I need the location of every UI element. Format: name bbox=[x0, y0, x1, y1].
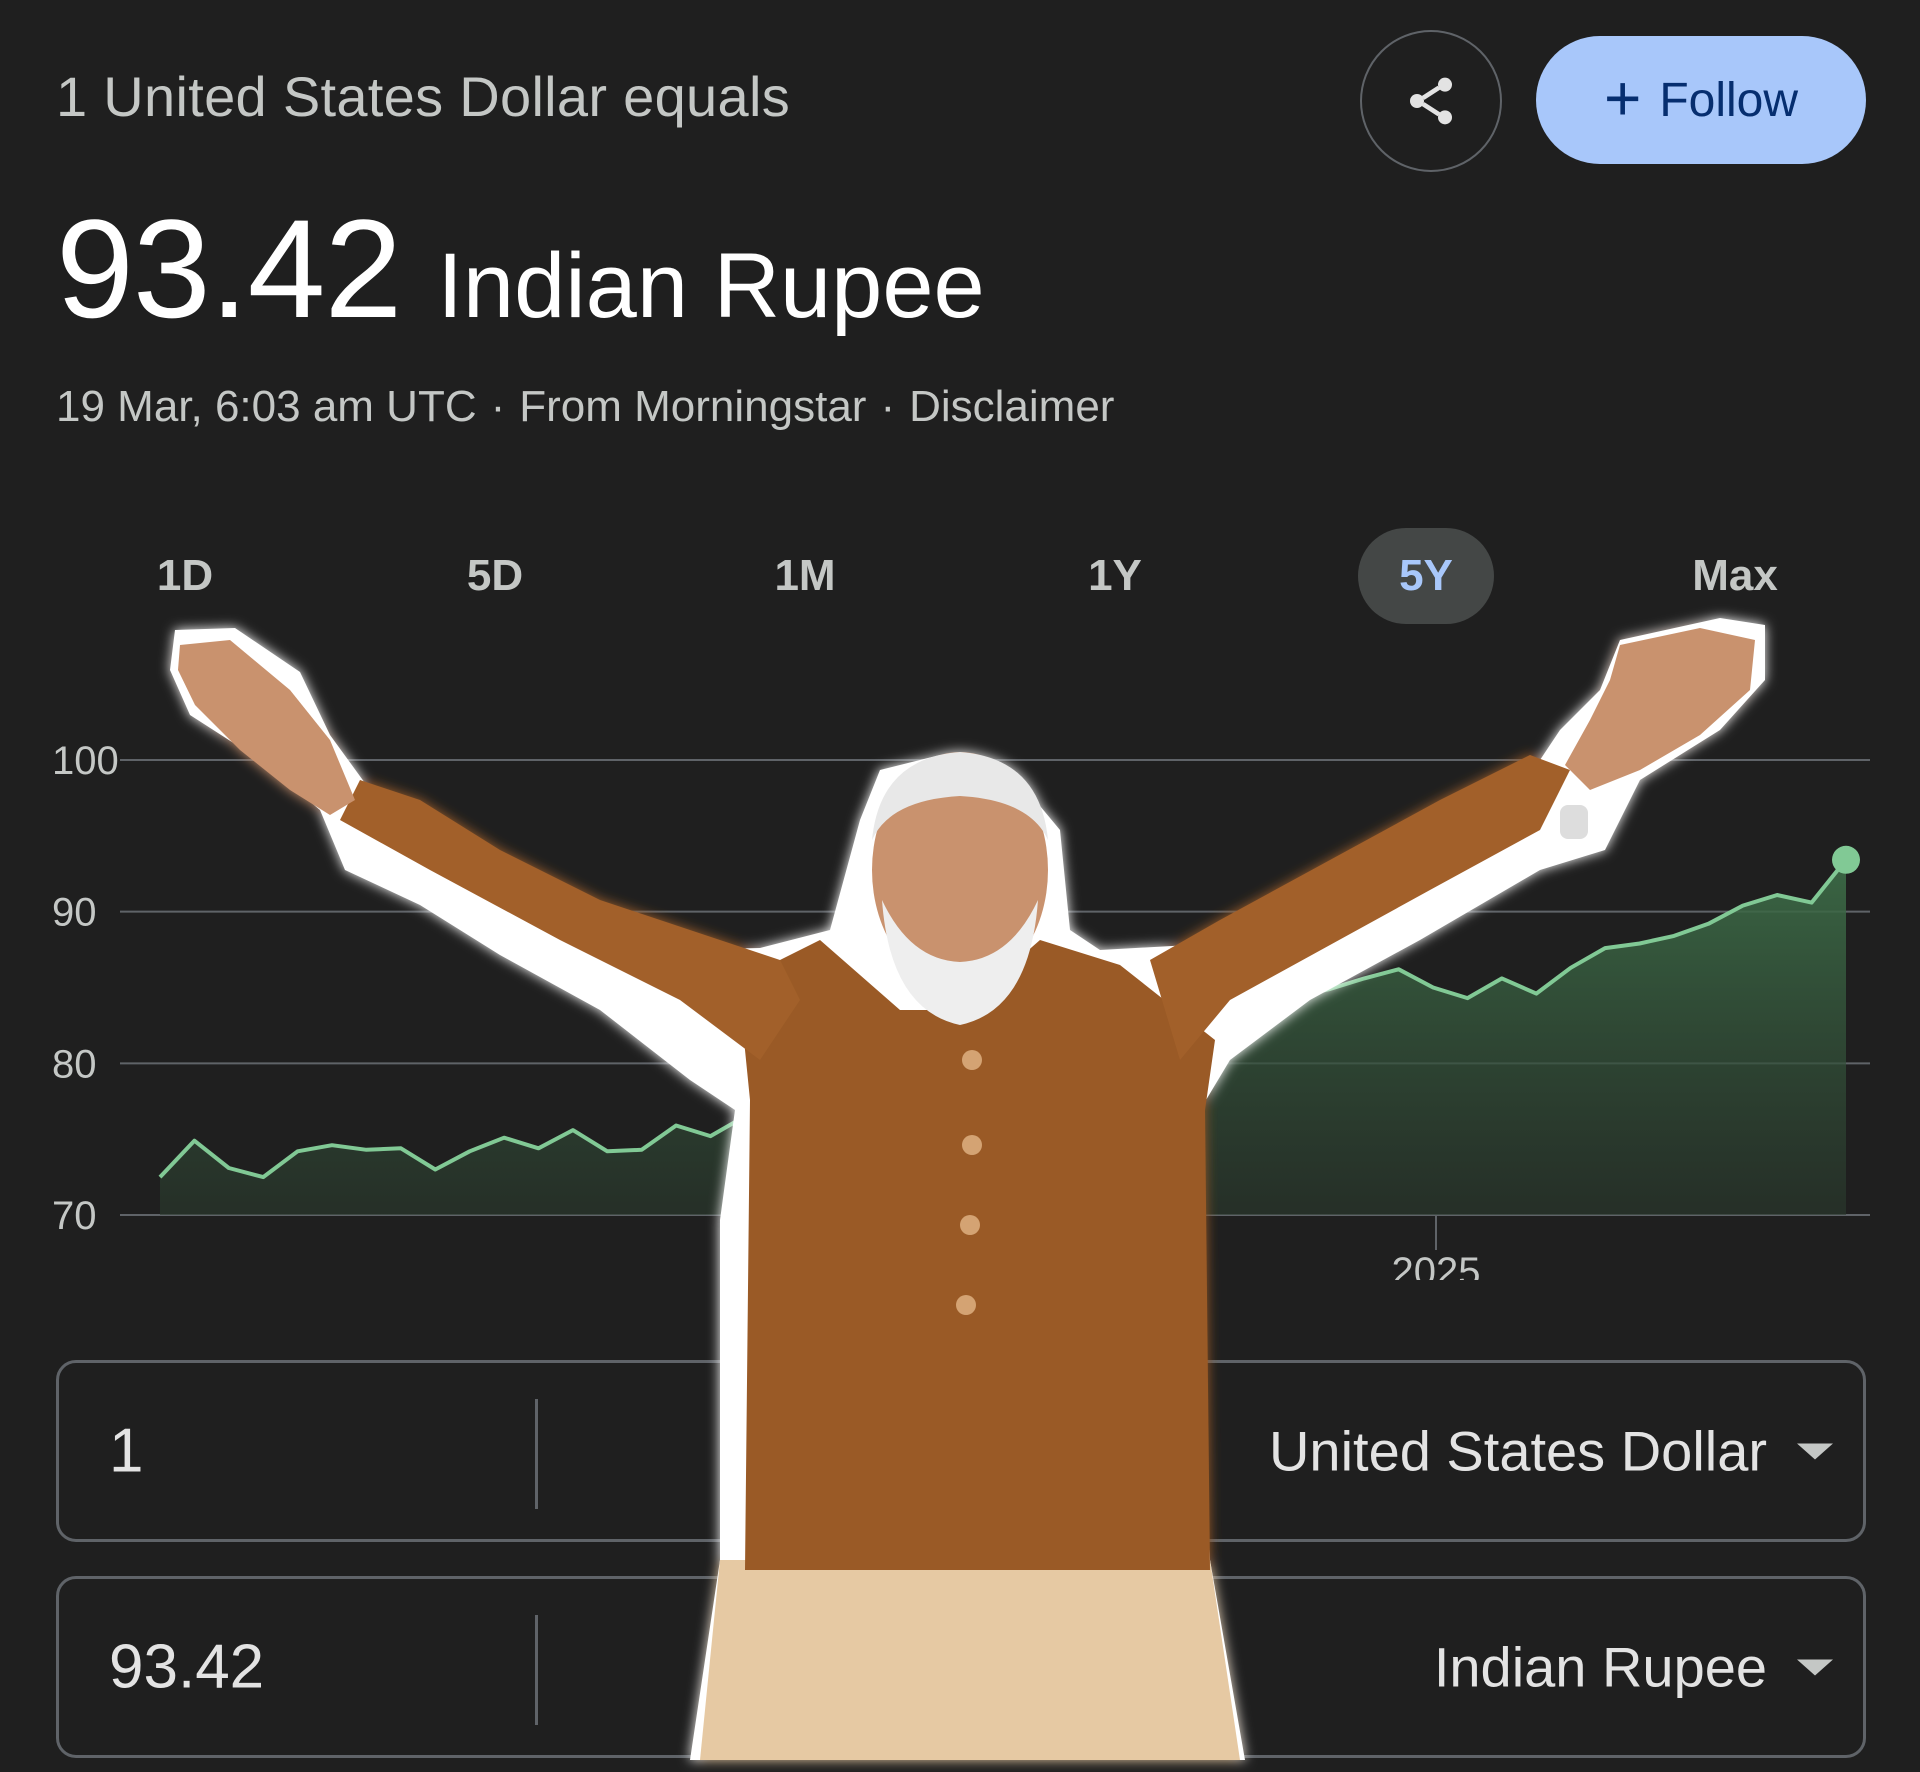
y-tick-label: 70 bbox=[52, 1194, 97, 1238]
tab-5d[interactable]: 5D bbox=[430, 528, 560, 624]
tab-5y[interactable]: 5Y bbox=[1358, 528, 1494, 624]
target-currency: Indian Rupee bbox=[437, 235, 985, 337]
disclaimer-link[interactable]: Disclaimer bbox=[909, 382, 1114, 432]
follow-button[interactable]: + Follow bbox=[1536, 36, 1866, 164]
tab-1d[interactable]: 1D bbox=[120, 528, 250, 624]
conversion-prefix: 1 United States Dollar equals bbox=[56, 65, 790, 128]
timestamp: 19 Mar, 6:03 am UTC bbox=[56, 382, 477, 431]
y-tick-label: 80 bbox=[52, 1042, 97, 1086]
converter-to-row: Indian Rupee bbox=[56, 1576, 1866, 1758]
y-tick-label: 100 bbox=[52, 739, 119, 783]
meta-line: 19 Mar, 6:03 am UTC · From Morningstar ·… bbox=[56, 382, 1114, 432]
chevron-down-icon bbox=[1797, 1443, 1833, 1459]
divider bbox=[535, 1615, 538, 1725]
to-currency-label: Indian Rupee bbox=[1433, 1635, 1767, 1699]
separator: · bbox=[880, 382, 896, 431]
from-currency-select[interactable]: United States Dollar bbox=[1269, 1419, 1833, 1484]
rate-value: 93.42 bbox=[56, 190, 402, 347]
follow-label: Follow bbox=[1659, 73, 1799, 127]
tab-1y[interactable]: 1Y bbox=[1050, 528, 1180, 624]
from-currency-label: United States Dollar bbox=[1268, 1419, 1767, 1483]
divider bbox=[535, 1399, 538, 1509]
y-tick-label: 90 bbox=[52, 891, 97, 935]
x-tick-label: 2025 bbox=[1392, 1250, 1481, 1280]
converter-from-row: United States Dollar bbox=[56, 1360, 1866, 1542]
tab-max[interactable]: Max bbox=[1660, 528, 1810, 624]
tab-1m[interactable]: 1M bbox=[740, 528, 870, 624]
rate-row: 93.42 Indian Rupee bbox=[56, 188, 985, 350]
share-icon bbox=[1410, 77, 1452, 125]
chevron-down-icon bbox=[1797, 1659, 1833, 1675]
current-value-dot bbox=[1832, 845, 1860, 874]
series-area bbox=[160, 859, 1846, 1215]
to-amount-input[interactable] bbox=[109, 1631, 529, 1703]
plus-icon: + bbox=[1603, 62, 1642, 134]
share-button[interactable] bbox=[1360, 30, 1502, 172]
separator: · bbox=[490, 382, 506, 431]
source-label: From Morningstar bbox=[519, 382, 867, 431]
range-tabs: 1D 5D 1M 1Y 5Y Max bbox=[0, 528, 1920, 624]
to-currency-select[interactable]: Indian Rupee bbox=[1434, 1635, 1833, 1700]
exchange-rate-chart: 100 90 80 70 2025 bbox=[52, 739, 1870, 1280]
from-amount-input[interactable] bbox=[109, 1415, 529, 1487]
